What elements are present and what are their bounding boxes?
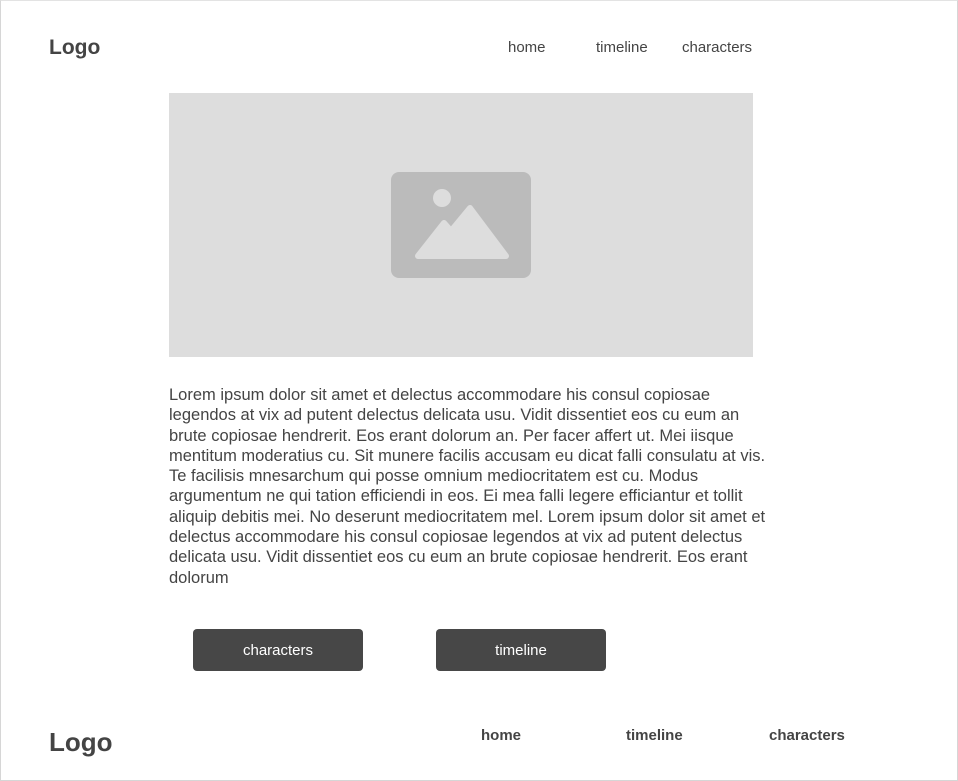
footer-link-home[interactable]: home [481,727,521,744]
footer-link-characters[interactable]: characters [769,727,845,744]
characters-button[interactable]: characters [193,629,363,671]
hero-image-placeholder [169,93,753,357]
image-placeholder-icon [391,172,531,278]
nav-link-home[interactable]: home [508,39,546,56]
header-logo[interactable]: Logo [49,36,100,60]
timeline-button[interactable]: timeline [436,629,606,671]
nav-link-characters[interactable]: characters [682,39,752,56]
footer-logo[interactable]: Logo [49,727,113,758]
nav-link-timeline[interactable]: timeline [596,39,648,56]
footer-link-timeline[interactable]: timeline [626,727,683,744]
body-paragraph: Lorem ipsum dolor sit amet et delectus a… [169,386,766,587]
